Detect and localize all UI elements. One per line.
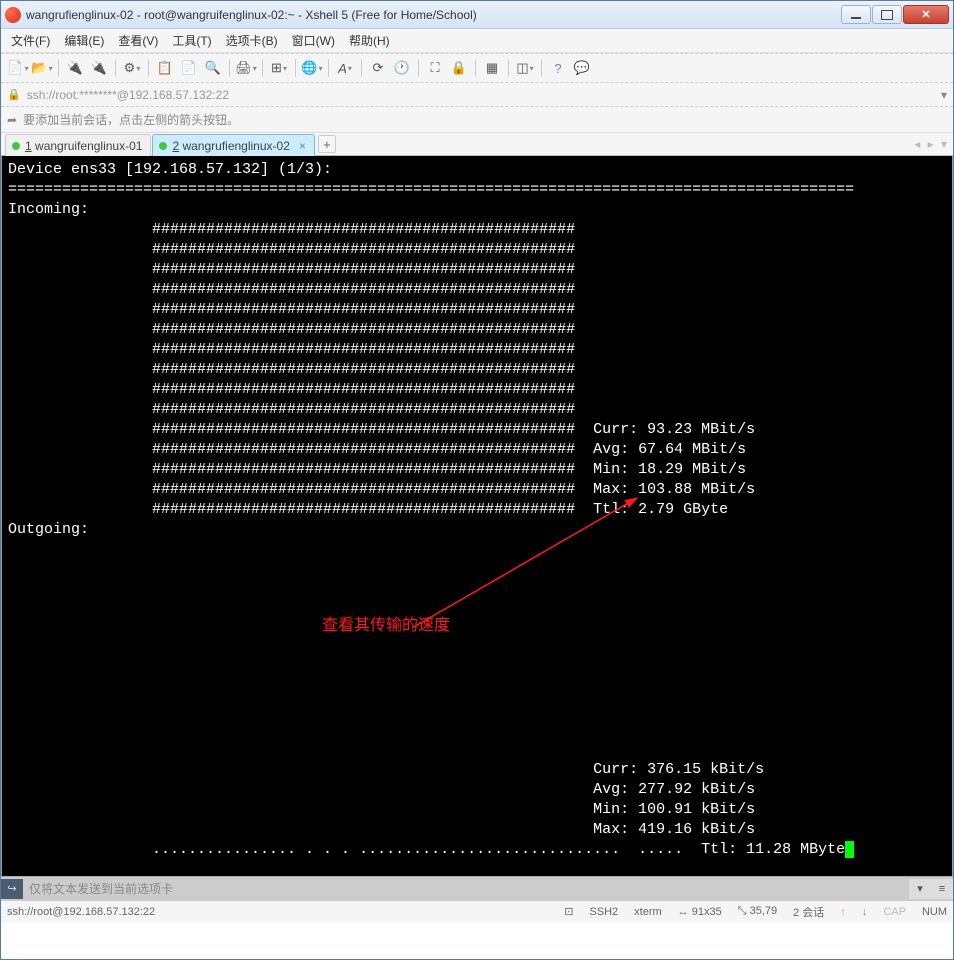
statusbar: ssh://root@192.168.57.132:22 ⊡ SSH2 xter… xyxy=(1,900,953,922)
maximize-button[interactable] xyxy=(872,5,902,24)
lock-icon: 🔒 xyxy=(7,88,21,101)
disconnect-button[interactable]: 🔌 xyxy=(88,57,110,79)
tab-session-1[interactable]: 1 wangruifenglinux-01 xyxy=(5,134,151,156)
compose-send-button[interactable]: ↪ xyxy=(1,879,23,899)
terminal-output[interactable]: Device ens33 [192.168.57.132] (1/3): ===… xyxy=(1,156,953,876)
menu-help[interactable]: 帮助(H) xyxy=(349,32,390,49)
font-button[interactable]: A xyxy=(334,57,356,79)
feedback-button[interactable]: 💬 xyxy=(571,57,593,79)
annotation-text: 查看其传输的速度 xyxy=(322,616,450,636)
window-title: wangrufienglinux-02 - root@wangruifengli… xyxy=(26,8,840,22)
compose-bar-button[interactable]: ▦ xyxy=(481,57,503,79)
compose-dropdown-button[interactable]: ▾ xyxy=(909,879,931,899)
close-tab-icon[interactable]: × xyxy=(299,139,306,153)
history-button[interactable]: 🕐 xyxy=(391,57,413,79)
status-size: 91x35 xyxy=(692,906,722,918)
compose-input[interactable]: 仅将文本发送到当前选项卡 xyxy=(23,880,909,897)
status-connection: ssh://root@192.168.57.132:22 xyxy=(7,906,155,918)
cursor-icon: ⤡ xyxy=(738,905,747,917)
status-dot-icon xyxy=(12,142,20,150)
new-session-button[interactable]: 📄 xyxy=(7,57,29,79)
address-bar: 🔒 ssh://root:********@192.168.57.132:22 … xyxy=(1,82,953,106)
status-terminal-type: xterm xyxy=(634,906,662,918)
tab-nav-arrows[interactable]: ◂ ▸ ▾ xyxy=(914,137,949,151)
status-dot-icon xyxy=(159,142,167,150)
up-arrow-icon[interactable]: ↑ xyxy=(840,906,846,918)
open-button[interactable]: 📂 xyxy=(31,57,53,79)
address-text[interactable]: ssh://root:********@192.168.57.132:22 xyxy=(27,88,229,102)
help-button[interactable]: ? xyxy=(547,57,569,79)
size-icon: ↔ xyxy=(678,906,689,918)
status-protocol: SSH2 xyxy=(589,906,618,918)
paste-button[interactable]: 📄 xyxy=(178,57,200,79)
lock-button[interactable]: 🔒 xyxy=(448,57,470,79)
terminal-cursor xyxy=(845,841,854,858)
menu-view[interactable]: 查看(V) xyxy=(118,32,158,49)
hint-bar: ➦ 要添加当前会话，点击左侧的箭头按钮。 xyxy=(1,106,953,132)
toolbar: 📄 📂 🔌 🔌 ⚙ 📋 📄 🔍 🖨 ⊞ 🌐 A ⟳ 🕐 ⛶ 🔒 ▦ ◫ ? 💬 xyxy=(1,53,953,82)
new-tab-button[interactable]: + xyxy=(318,135,336,153)
menu-edit[interactable]: 编辑(E) xyxy=(64,32,104,49)
menu-tabs[interactable]: 选项卡(B) xyxy=(226,32,278,49)
compose-bar: ↪ 仅将文本发送到当前选项卡 ▾ ≡ xyxy=(1,876,953,900)
properties-button[interactable]: ⚙ xyxy=(121,57,143,79)
reconnect-button[interactable]: 🔌 xyxy=(64,57,86,79)
compose-expand-button[interactable]: ≡ xyxy=(931,879,953,899)
refresh-button[interactable]: ⟳ xyxy=(367,57,389,79)
menu-tools[interactable]: 工具(T) xyxy=(172,32,211,49)
menu-window[interactable]: 窗口(W) xyxy=(292,32,335,49)
app-icon xyxy=(5,7,21,23)
menubar: 文件(F) 编辑(E) 查看(V) 工具(T) 选项卡(B) 窗口(W) 帮助(… xyxy=(1,29,953,53)
close-button[interactable]: ✕ xyxy=(903,5,949,24)
tab-session-2[interactable]: 2 wangrufienglinux-02 × xyxy=(152,134,314,156)
minimize-button[interactable] xyxy=(841,5,871,24)
down-arrow-icon[interactable]: ↓ xyxy=(862,906,868,918)
fullscreen-button[interactable]: ⛶ xyxy=(424,57,446,79)
find-button[interactable]: 🔍 xyxy=(202,57,224,79)
status-cursor-pos: 35,79 xyxy=(750,905,778,917)
address-dropdown-icon[interactable]: ▾ xyxy=(941,88,947,102)
window-titlebar: wangrufienglinux-02 - root@wangruifengli… xyxy=(1,1,953,29)
print-button[interactable]: 🖨 xyxy=(235,57,257,79)
tabbar: 1 wangruifenglinux-01 2 wangrufienglinux… xyxy=(1,132,953,156)
status-sessions: 2 会话 xyxy=(793,904,824,920)
layout-button[interactable]: ⊞ xyxy=(268,57,290,79)
language-button[interactable]: 🌐 xyxy=(301,57,323,79)
status-num: NUM xyxy=(922,906,947,918)
hint-text: 要添加当前会话，点击左侧的箭头按钮。 xyxy=(23,111,239,128)
ssh-icon: ⊡ xyxy=(564,905,573,918)
add-session-icon[interactable]: ➦ xyxy=(7,113,17,127)
copy-button[interactable]: 📋 xyxy=(154,57,176,79)
menu-file[interactable]: 文件(F) xyxy=(11,32,50,49)
tile-button[interactable]: ◫ xyxy=(514,57,536,79)
status-cap: CAP xyxy=(883,906,906,918)
